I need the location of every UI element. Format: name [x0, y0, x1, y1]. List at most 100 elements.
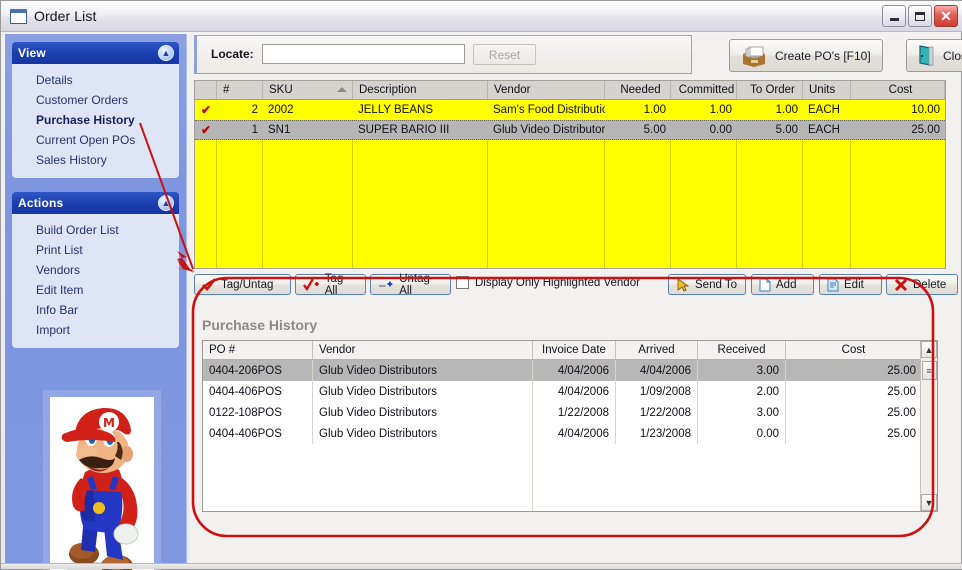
column-header-number[interactable]: #: [217, 81, 263, 99]
ph-column-header-received[interactable]: Received: [698, 341, 786, 359]
create-po-button-label: Create PO's [F10]: [775, 48, 871, 63]
row-tag-check-icon[interactable]: ✔: [201, 123, 211, 137]
close-button[interactable]: Close: [906, 39, 962, 72]
list-item[interactable]: 0404-406POS Glub Video Distributors 4/04…: [203, 423, 937, 444]
ph-cell-received: 2.00: [698, 381, 786, 402]
column-header-tag[interactable]: [195, 81, 217, 99]
ph-cell-cost: 25.00: [887, 406, 916, 419]
ph-cell-invoice-date: 4/04/2006: [533, 423, 616, 444]
column-header-units[interactable]: Units: [803, 81, 851, 99]
window-title: Order List: [34, 8, 97, 24]
grid-empty-area[interactable]: [195, 140, 945, 268]
tag-untag-button[interactable]: Tag/Untag: [194, 274, 291, 295]
display-highlighted-vendor-checkbox[interactable]: Display Only Highlighted Vendor: [456, 276, 640, 289]
sidebar-item-customer-orders[interactable]: Customer Orders: [12, 90, 179, 110]
ph-cell-arrived: 1/23/2008: [616, 423, 698, 444]
chevron-up-icon[interactable]: ▲: [158, 45, 174, 61]
order-list-window: Order List ✕ View ▲ Details Customer Ord…: [0, 0, 962, 570]
edit-button[interactable]: Edit: [819, 274, 882, 295]
sidebar-item-print-list[interactable]: Print List: [12, 240, 179, 260]
checkbox-box[interactable]: [456, 276, 469, 289]
close-icon: ✕: [940, 7, 952, 24]
sidebar-panel-actions-title: Actions: [18, 196, 64, 210]
send-to-button[interactable]: Send To: [668, 274, 746, 295]
ph-cell-po: 0122-108POS: [203, 402, 313, 423]
red-check-icon: [202, 277, 216, 291]
sort-ascending-icon: [337, 87, 347, 92]
row-tag-check-icon[interactable]: ✔: [201, 103, 211, 117]
content-area: Locate: Reset Create PO's [F10] Clo # SK…: [189, 34, 962, 567]
sidebar-item-info-bar[interactable]: Info Bar: [12, 300, 179, 320]
sidebar-item-vendors[interactable]: Vendors: [12, 260, 179, 280]
reset-button-label: Reset: [488, 47, 521, 62]
ph-column-header-arrived[interactable]: Arrived: [616, 341, 698, 359]
sidebar-item-build-order-list[interactable]: Build Order List: [12, 220, 179, 240]
column-header-cost[interactable]: Cost: [851, 81, 945, 99]
chevron-up-icon[interactable]: ▲: [158, 195, 174, 211]
add-button-label: Add: [776, 278, 797, 291]
sidebar-item-purchase-history[interactable]: Purchase History: [12, 110, 179, 130]
list-item[interactable]: 0404-206POS Glub Video Distributors 4/04…: [203, 360, 937, 381]
tag-all-button[interactable]: Tag All: [295, 272, 366, 297]
check-plus-icon: [303, 277, 319, 291]
search-input[interactable]: [262, 44, 465, 64]
edit-page-icon: [827, 278, 839, 291]
order-grid-header: # SKU Description Vendor Needed Committe…: [195, 81, 945, 100]
table-row[interactable]: ✔ 1 SN1 SUPER BARIO III Glub Video Distr…: [195, 120, 945, 140]
ph-column-header-po[interactable]: PO #: [203, 341, 313, 359]
minimize-button[interactable]: [882, 5, 906, 27]
sidebar-panel-view-header[interactable]: View ▲: [12, 42, 179, 64]
ph-cell-cost: 25.00: [887, 364, 916, 377]
column-header-to-order[interactable]: To Order: [737, 81, 803, 99]
ph-cell-invoice-date: 4/04/2006: [533, 381, 616, 402]
sidebar-item-sales-history[interactable]: Sales History: [12, 150, 179, 170]
column-header-committed[interactable]: Committed: [671, 81, 737, 99]
table-row[interactable]: ✔ 2 2002 JELLY BEANS Sam's Food Distribu…: [195, 100, 945, 120]
purchase-history-grid[interactable]: PO # Vendor Invoice Date Arrived Receive…: [202, 340, 938, 512]
cell-to-order: 5.00: [775, 124, 798, 136]
cell-units: EACH: [808, 124, 840, 136]
ph-column-header-cost[interactable]: Cost: [786, 341, 922, 359]
add-button[interactable]: Add: [751, 274, 814, 295]
column-header-sku[interactable]: SKU: [263, 81, 353, 99]
purchase-history-title: Purchase History: [202, 317, 318, 333]
card-file-box-icon: [743, 46, 765, 67]
order-list-grid[interactable]: # SKU Description Vendor Needed Committe…: [194, 80, 946, 269]
sidebar-panel-view-title: View: [18, 46, 46, 60]
sidebar-item-current-open-pos[interactable]: Current Open POs: [12, 130, 179, 150]
close-window-button[interactable]: ✕: [934, 5, 958, 27]
tag-untag-button-label: Tag/Untag: [221, 278, 274, 291]
create-po-button[interactable]: Create PO's [F10]: [729, 39, 883, 72]
column-header-description[interactable]: Description: [353, 81, 488, 99]
cell-needed: 5.00: [643, 124, 666, 136]
maximize-button[interactable]: [908, 5, 932, 27]
scroll-thumb[interactable]: ≡: [921, 361, 937, 380]
minimize-icon: [889, 18, 899, 21]
untag-all-button[interactable]: Untag All: [370, 273, 451, 297]
delete-button[interactable]: Delete: [886, 274, 958, 295]
cell-description: JELLY BEANS: [358, 104, 434, 116]
ph-cell-vendor: Glub Video Distributors: [313, 381, 533, 402]
column-header-needed[interactable]: Needed: [605, 81, 671, 99]
ph-column-header-vendor[interactable]: Vendor: [313, 341, 533, 359]
sidebar-item-edit-item[interactable]: Edit Item: [12, 280, 179, 300]
ph-column-header-invoice-date[interactable]: Invoice Date: [533, 341, 616, 359]
purchase-history-scrollbar[interactable]: ▲ ≡ ▼: [920, 341, 937, 511]
scroll-down-button[interactable]: ▼: [921, 494, 937, 511]
sidebar: View ▲ Details Customer Orders Purchase …: [5, 34, 187, 570]
sidebar-item-details[interactable]: Details: [12, 70, 179, 90]
column-header-vendor[interactable]: Vendor: [488, 81, 605, 99]
scroll-up-button[interactable]: ▲: [921, 341, 937, 358]
cell-vendor: Glub Video Distributors: [493, 124, 605, 136]
reset-button[interactable]: Reset: [473, 44, 536, 65]
sidebar-panel-actions-header[interactable]: Actions ▲: [12, 192, 179, 214]
list-item[interactable]: 0122-108POS Glub Video Distributors 1/22…: [203, 402, 937, 423]
send-to-button-label: Send To: [695, 278, 737, 291]
ph-cell-cost: 25.00: [887, 427, 916, 440]
window-controls: ✕: [882, 5, 958, 27]
sidebar-panel-actions: Actions ▲ Build Order List Print List Ve…: [12, 192, 179, 348]
uncheck-plus-icon: [378, 281, 393, 287]
list-item[interactable]: 0404-406POS Glub Video Distributors 4/04…: [203, 381, 937, 402]
sidebar-item-import[interactable]: Import: [12, 320, 179, 340]
tag-all-button-label: Tag All: [324, 272, 344, 297]
